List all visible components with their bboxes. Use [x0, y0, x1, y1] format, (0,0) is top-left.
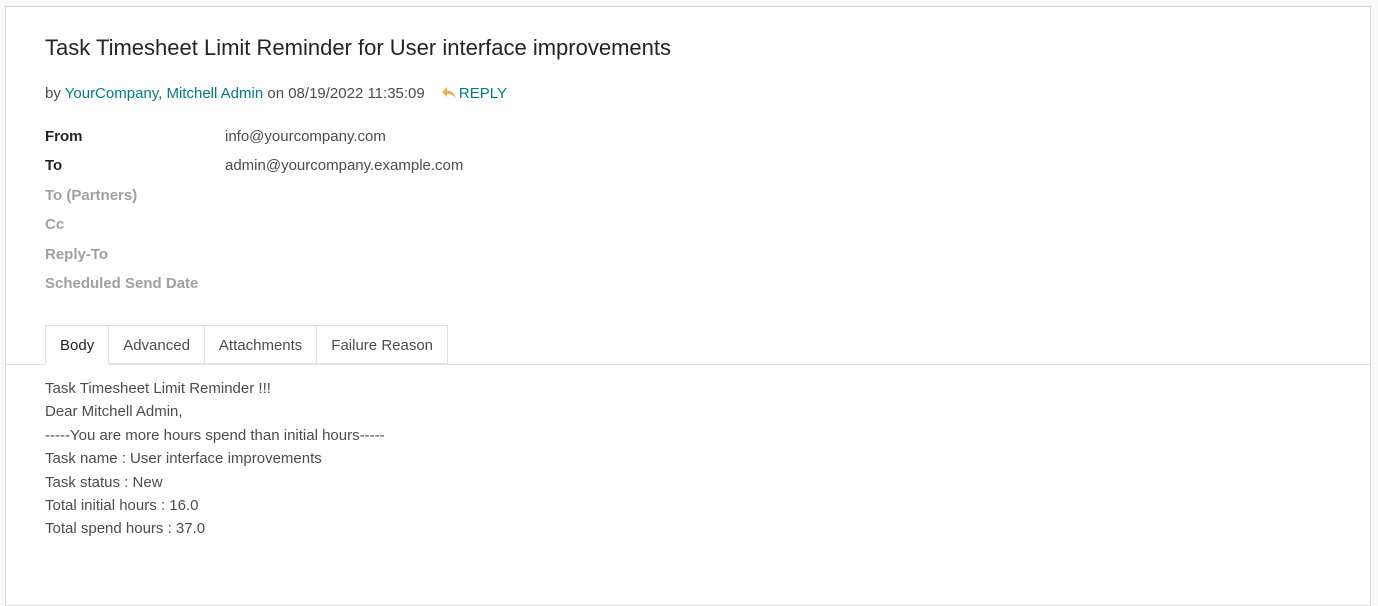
message-body: Task Timesheet Limit Reminder !!! Dear M…	[45, 377, 385, 541]
message-title: Task Timesheet Limit Reminder for User i…	[45, 35, 671, 60]
notebook-tabs: Body Advanced Attachments Failure Reason	[45, 325, 449, 365]
body-line: -----You are more hours spend than initi…	[45, 426, 385, 444]
message-byline: by YourCompany, Mitchell Admin on 08/19/…	[45, 85, 507, 102]
tab-attachments[interactable]: Attachments	[204, 325, 318, 364]
field-value: admin@yourcompany.example.com	[225, 157, 464, 174]
body-line: Total spend hours : 37.0	[45, 520, 206, 538]
body-line: Task Timesheet Limit Reminder !!!	[45, 380, 271, 397]
tab-advanced[interactable]: Advanced	[109, 325, 205, 364]
body-line: Task status : New	[45, 473, 163, 491]
body-line: Total initial hours : 16.0	[45, 497, 199, 515]
body-line: Dear Mitchell Admin,	[45, 403, 183, 421]
reply-label: REPLY	[458, 85, 507, 102]
reply-icon	[441, 87, 456, 99]
author-link[interactable]: YourCompany, Mitchell Admin	[65, 85, 263, 102]
field-label: To (Partners)	[45, 187, 138, 204]
field-label: Scheduled Send Date	[45, 275, 199, 292]
body-line: Task name : User interface improvements	[45, 450, 322, 468]
tab-failure-reason[interactable]: Failure Reason	[317, 325, 449, 364]
field-label: Reply-To	[45, 246, 109, 263]
byline-date: on 08/19/2022 11:35:09	[267, 85, 425, 102]
field-label: To	[45, 157, 63, 174]
message-form-sheet: Task Timesheet Limit Reminder for User i…	[5, 6, 1371, 606]
field-label: From	[45, 128, 83, 145]
field-label: Cc	[45, 216, 65, 233]
field-value: info@yourcompany.com	[225, 128, 386, 145]
byline-prefix: by	[45, 85, 61, 102]
reply-button[interactable]: REPLY	[441, 85, 507, 102]
tab-body[interactable]: Body	[45, 325, 110, 365]
